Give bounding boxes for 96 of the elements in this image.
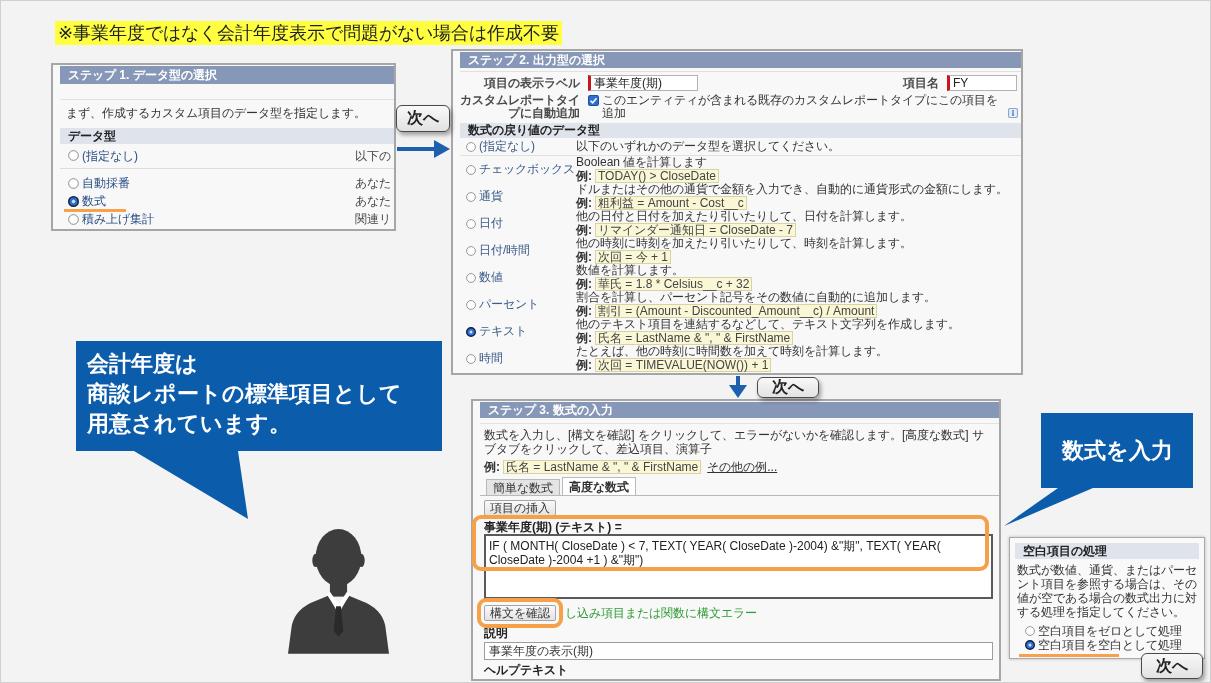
example-label: 例: (576, 358, 592, 372)
option-label: チェックボックス (479, 163, 575, 176)
down-arrow (729, 376, 747, 398)
option-description: 他の時刻に時刻を加えたり引いたりして、時刻を計算します。 (576, 237, 913, 250)
check-syntax-button[interactable]: 構文を確認 (484, 605, 556, 621)
field-label: カスタムレポートタイプに自動追加 (460, 94, 580, 120)
radio-button[interactable] (466, 218, 476, 229)
radio-button[interactable] (68, 177, 79, 189)
next-button[interactable]: 次へ (757, 377, 819, 398)
example-code: TODAY() > CloseDate (595, 169, 719, 183)
more-examples-link[interactable]: その他の例... (707, 459, 778, 474)
option-label: 日付/時間 (479, 244, 531, 257)
option-label: 時間 (479, 352, 503, 365)
radio-button[interactable] (68, 150, 79, 161)
option-text: このエンティティが含まれる既存のカスタムレポートタイプにこの項目を追加 (602, 94, 999, 120)
radio-button[interactable] (466, 326, 476, 337)
note-text: ※事業年度ではなく会計年度表示で問題がない場合は作成不要 (55, 21, 563, 45)
radio-button[interactable] (466, 245, 476, 256)
example-label: 例: (484, 459, 500, 474)
formula-field[interactable]: IF ( MONTH( CloseDate ) < 7, TEXT( YEAR( CloseDate )-2004) &"期", TEXT( YEAR( CloseDate )-2004 +1 ) &"期") (484, 534, 993, 599)
radio-button[interactable] (466, 164, 476, 175)
right-arrow (397, 139, 450, 159)
example-code: 華氏 = 1.8 * Celsius__c + 32 (595, 277, 753, 291)
example-code: 割引 = (Amount - Discounted_Amount__c) / Amount (595, 304, 878, 318)
example-code: 氏名 = LastName & ", " & FirstName (595, 331, 794, 345)
radio-button[interactable] (466, 299, 476, 310)
radio-button[interactable] (466, 353, 476, 364)
step-header: ステップ 2. 出力型の選択 (460, 52, 1021, 68)
bubble-text: 数式を入力 (1061, 436, 1173, 465)
option-label: 通貨 (479, 190, 503, 203)
option-label: パーセント (479, 298, 539, 311)
example-code: リマインダー通知日 = CloseDate - 7 (595, 223, 797, 237)
example-code: 粗利益 = Amount - Cost__c (595, 196, 747, 210)
step-header: ステップ 3. 数式の入力 (480, 402, 999, 418)
option-description: 他のテキスト項目を連結するなどして、テキスト文字列を作成します。 (576, 318, 961, 331)
option-label: 自動採番 (82, 176, 130, 190)
example-label: 例: (576, 169, 592, 183)
section-header: 空白項目の処理 (1015, 543, 1199, 559)
field-label: 事業年度(期) (テキスト) = (484, 520, 622, 534)
syntax-message: し込み項目または関数に構文エラー (565, 606, 757, 620)
example-code: 次回 = TIMEVALUE(NOW()) + 1 (595, 358, 772, 372)
text-field[interactable]: FY (947, 75, 1017, 91)
radio-button[interactable] (1025, 626, 1035, 636)
formula-tab[interactable]: 簡単な数式 (486, 479, 560, 495)
example-code: 氏名 = LastName & ", " & FirstName (503, 459, 702, 474)
info-icon[interactable] (1008, 108, 1018, 118)
text-field[interactable]: 事業年度(期) (588, 75, 698, 91)
radio-button[interactable] (466, 272, 476, 283)
option-description: 関連リ (355, 212, 391, 226)
option-description: 以下のいずれかのデータ型を選択してください。 (576, 140, 841, 153)
option-description: あなた (355, 194, 391, 208)
option-description: 数値を計算します。 (576, 264, 685, 277)
instruction-text: まず、作成するカスタム項目のデータ型を指定します。 (66, 106, 367, 120)
field-label: ヘルプテキスト (484, 663, 568, 677)
option-label: 日付 (479, 217, 503, 230)
option-label: テキスト (479, 325, 527, 338)
option-label: 数式 (82, 194, 106, 208)
example-label: 例: (576, 223, 592, 237)
option-label: (指定なし) (82, 148, 138, 163)
example-label: 例: (576, 304, 592, 318)
insert-field-button[interactable]: 項目の挿入 (484, 500, 556, 516)
option-description: 以下の (355, 148, 391, 163)
bubble-text: 会計年度は 商談レポートの標準項目として 用意されています。 (87, 350, 402, 438)
example-label: 例: (576, 331, 592, 345)
section-header: 数式の戻り値のデータ型 (460, 123, 1021, 138)
option-label: 空白項目をゼロとして処理 (1038, 624, 1182, 638)
option-description: たとえば、他の時刻に時間数を加えて時刻を計算します。 (576, 345, 889, 358)
radio-button[interactable] (68, 213, 79, 225)
option-label: 数値 (479, 271, 503, 284)
option-description: 割合を計算し、パーセント記号をその数値に自動的に追加します。 (576, 291, 937, 304)
example-label: 例: (576, 277, 592, 291)
radio-button[interactable] (68, 195, 79, 207)
next-button[interactable]: 次へ (396, 105, 450, 132)
radio-button[interactable] (1025, 640, 1035, 650)
option-label: (指定なし) (479, 140, 535, 153)
option-description: 他の日付と日付を加えたり引いたりして、日付を計算します。 (576, 210, 913, 223)
option-description: あなた (355, 176, 391, 190)
section-header: データ型 (60, 128, 394, 144)
example-label: 例: (576, 196, 592, 210)
field-label: 項目の表示ラベル (482, 76, 580, 90)
field-label: 項目名 (903, 76, 939, 90)
example-label: 例: (576, 250, 592, 264)
option-label: 積み上げ集計 (82, 212, 154, 226)
formula-tab[interactable]: 高度な数式 (562, 477, 636, 495)
option-description: ドルまたはその他の通貨で金額を入力でき、自動的に通貨形式の金額にします。 (576, 183, 1009, 196)
description-field[interactable]: 事業年度の表示(期) (484, 642, 993, 660)
checkbox[interactable] (588, 95, 599, 106)
instruction-text: 数式が数値、通貨、またはパーセント項目を参照する場合は、その値が空である場合の数式出力に対する処理を指定してください。 (1017, 563, 1197, 619)
radio-button[interactable] (466, 191, 476, 202)
step-header: ステップ 1. データ型の選択 (60, 66, 394, 84)
radio-button[interactable] (466, 141, 476, 152)
instruction-text: 数式を入力し、[構文を確認] をクリックして、エラーがないかを確認します。[高度な数式] サブタブをクリックして、差込項目、演算子 (484, 428, 985, 456)
option-description: Boolean 値を計算します (576, 156, 709, 169)
example-code: 次回 = 今 + 1 (595, 250, 672, 264)
next-button[interactable]: 次へ (1141, 653, 1203, 679)
option-label: 空白項目を空白として処理 (1038, 638, 1182, 652)
